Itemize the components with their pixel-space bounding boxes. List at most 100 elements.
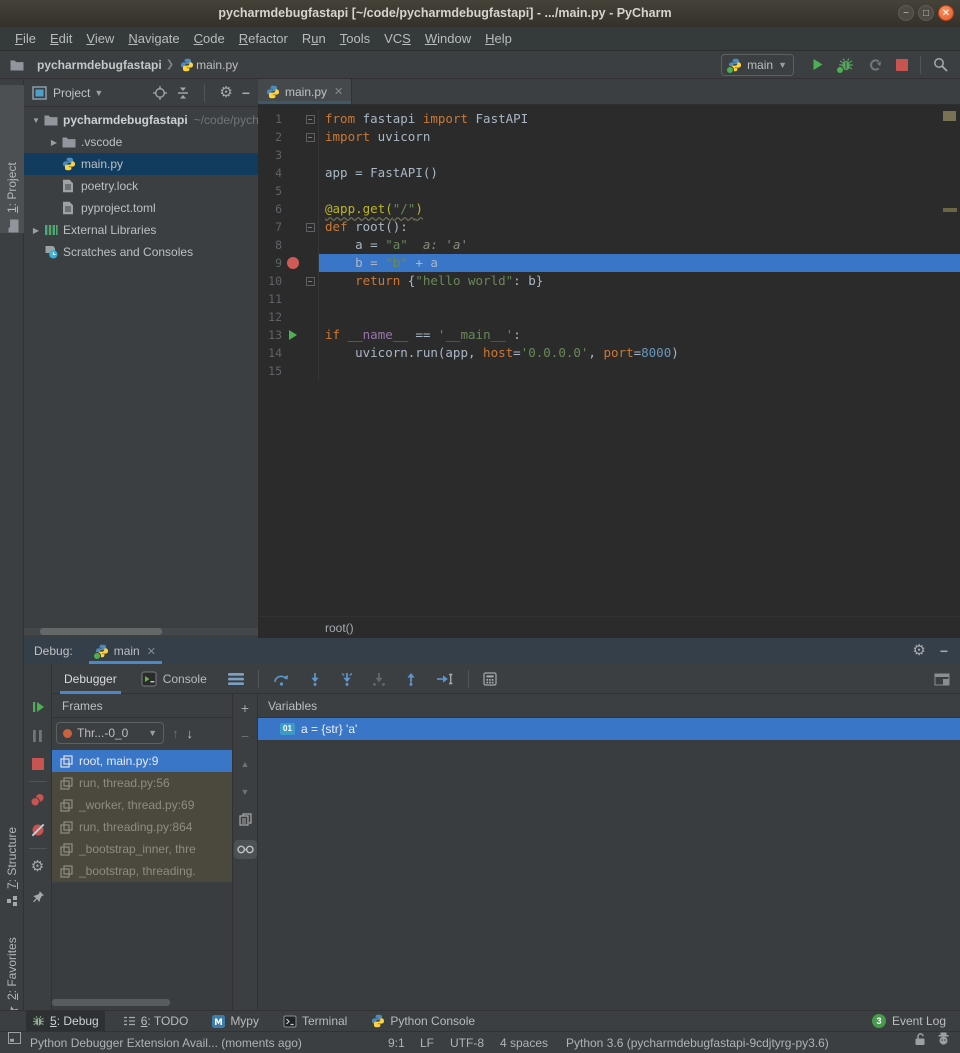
debug-button[interactable] [838, 57, 854, 72]
search-everywhere-button[interactable] [933, 57, 948, 72]
toolwindow-button-terminal[interactable]: Terminal [277, 1011, 353, 1031]
code-text[interactable]: @app.get("/") [319, 200, 960, 218]
tree-item-external-libraries[interactable]: ▶External Libraries [24, 219, 258, 241]
step-out-icon[interactable] [404, 672, 418, 686]
sidebar-item-favorites[interactable]: 2: Favorites [0, 911, 24, 1019]
menu-item-window[interactable]: Window [418, 31, 478, 46]
tab-console[interactable]: Console [129, 664, 219, 694]
run-configuration-select[interactable]: main ▼ [721, 54, 794, 76]
maximize-button[interactable]: □ [918, 5, 934, 21]
restore-layout-icon[interactable] [934, 671, 950, 685]
menu-item-refactor[interactable]: Refactor [232, 31, 295, 46]
pin-tab-icon[interactable] [31, 890, 45, 904]
run-button[interactable] [811, 58, 824, 71]
run-to-cursor-icon[interactable] [436, 672, 454, 686]
caret-position[interactable]: 9:1 [388, 1032, 405, 1053]
layout-settings-icon[interactable] [228, 673, 244, 685]
code-text[interactable]: app = FastAPI() [319, 164, 960, 182]
code-text[interactable] [319, 290, 960, 308]
stop-button[interactable] [896, 59, 908, 71]
view-breakpoints-icon[interactable] [30, 793, 45, 807]
inspections-profile-icon[interactable] [937, 1032, 950, 1045]
mute-breakpoints-icon[interactable] [31, 823, 45, 837]
code-text[interactable]: from fastapi import FastAPI [319, 110, 960, 128]
tree-item-pycharmdebugfastapi[interactable]: ▼pycharmdebugfastapi~/code/pycharmdebugf… [24, 109, 258, 131]
code-editor[interactable]: 1−from fastapi import FastAPI2−import uv… [258, 105, 960, 616]
minimize-button[interactable]: − [898, 5, 914, 21]
tree-item-scratches-and-consoles[interactable]: Scratches and Consoles [24, 241, 258, 263]
step-into-icon[interactable] [308, 672, 322, 686]
toolwindow-button-python-console[interactable]: Python Console [365, 1011, 481, 1031]
python-interpreter[interactable]: Python 3.6 (pycharmdebugfastapi-9cdjtyrg… [566, 1032, 829, 1053]
menu-item-view[interactable]: View [79, 31, 121, 46]
event-log-button[interactable]: 3 Event Log [872, 1014, 960, 1028]
evaluate-expression-icon[interactable] [483, 672, 497, 686]
frame-item[interactable]: run, threading.py:864 [52, 816, 232, 838]
tree-item-poetry-lock[interactable]: poetry.lock [24, 175, 258, 197]
force-step-into-icon[interactable] [340, 672, 354, 686]
toolwindow-button-6-todo[interactable]: 6: TODO [117, 1011, 195, 1031]
tab-debugger[interactable]: Debugger [52, 664, 129, 694]
frames-horizontal-scrollbar[interactable] [52, 999, 170, 1006]
tab-main-py[interactable]: main.py ✕ [258, 79, 352, 104]
breadcrumb-file[interactable]: main.py [196, 58, 238, 72]
menu-item-vcs[interactable]: VCS [377, 31, 418, 46]
step-over-icon[interactable] [273, 672, 290, 686]
show-watches-icon[interactable] [234, 840, 257, 859]
variable-item[interactable]: 01a = {str} 'a' [258, 718, 960, 740]
close-session-icon[interactable]: ✕ [147, 645, 156, 658]
menu-item-edit[interactable]: Edit [43, 31, 79, 46]
stop-process-icon[interactable] [32, 758, 44, 770]
menu-item-file[interactable]: File [8, 31, 43, 46]
status-message[interactable]: Python Debugger Extension Avail... (mome… [30, 1032, 302, 1053]
hide-panel-icon[interactable]: − [940, 643, 948, 659]
fold-marker-icon[interactable]: − [302, 110, 319, 128]
code-text[interactable]: uvicorn.run(app, host='0.0.0.0', port=80… [319, 344, 960, 362]
code-text[interactable] [319, 308, 960, 326]
toolwindow-button-5-debug[interactable]: 5: Debug [26, 1011, 105, 1031]
sidebar-item-project[interactable]: 1: Project [0, 85, 24, 233]
next-frame-icon[interactable]: ↓ [187, 726, 194, 741]
menu-item-tools[interactable]: Tools [333, 31, 377, 46]
run-gutter-icon[interactable] [289, 330, 297, 340]
frame-item[interactable]: run, thread.py:56 [52, 772, 232, 794]
new-watch-icon[interactable]: + [241, 701, 249, 715]
code-text[interactable]: def root(): [319, 218, 960, 236]
tree-expand-arrow-icon[interactable]: ▶ [46, 138, 62, 147]
debug-settings-gear-icon[interactable]: ⚙ [31, 860, 44, 874]
locate-file-icon[interactable] [153, 85, 167, 100]
file-encoding[interactable]: UTF-8 [450, 1032, 484, 1053]
frame-item[interactable]: _bootstrap, threading. [52, 860, 232, 882]
code-text[interactable]: a = "a" a: 'a' [319, 236, 960, 254]
frame-item[interactable]: _worker, thread.py:69 [52, 794, 232, 816]
close-tab-icon[interactable]: ✕ [334, 85, 343, 98]
toolwindow-button-mypy[interactable]: MMypy [206, 1011, 265, 1031]
breadcrumb-project[interactable]: pycharmdebugfastapi [37, 58, 162, 72]
code-text[interactable]: if __name__ == '__main__': [319, 326, 960, 344]
frame-item[interactable]: root, main.py:9 [52, 750, 232, 772]
collapse-all-icon[interactable] [176, 85, 190, 100]
tree-item-pyproject-toml[interactable]: pyproject.toml [24, 197, 258, 219]
gear-icon[interactable]: ⚙ [219, 86, 232, 100]
menu-item-navigate[interactable]: Navigate [121, 31, 186, 46]
frame-item[interactable]: _bootstrap_inner, thre [52, 838, 232, 860]
run-with-coverage-button[interactable] [868, 58, 882, 72]
resume-program-icon[interactable] [31, 700, 45, 714]
breakpoint-icon[interactable] [287, 257, 299, 269]
fold-marker-icon[interactable]: − [302, 128, 319, 146]
error-stripe-mark[interactable] [943, 208, 957, 212]
menu-item-help[interactable]: Help [478, 31, 519, 46]
menu-item-code[interactable]: Code [187, 31, 232, 46]
duplicate-watch-icon[interactable] [239, 813, 252, 826]
line-separator[interactable]: LF [420, 1032, 434, 1053]
code-text[interactable] [319, 146, 960, 164]
thread-selector[interactable]: Thr...-0_0 ▼ [56, 722, 164, 744]
code-text[interactable] [319, 362, 960, 380]
tree-item-main-py[interactable]: main.py [24, 153, 258, 175]
chevron-down-icon[interactable]: ▼ [94, 88, 103, 98]
sidebar-item-structure[interactable]: 7: Structure [0, 794, 24, 906]
close-button[interactable]: ✕ [938, 5, 954, 21]
menu-item-run[interactable]: Run [295, 31, 333, 46]
debug-session-tab[interactable]: main ✕ [87, 638, 164, 664]
indent-style[interactable]: 4 spaces [500, 1032, 548, 1053]
